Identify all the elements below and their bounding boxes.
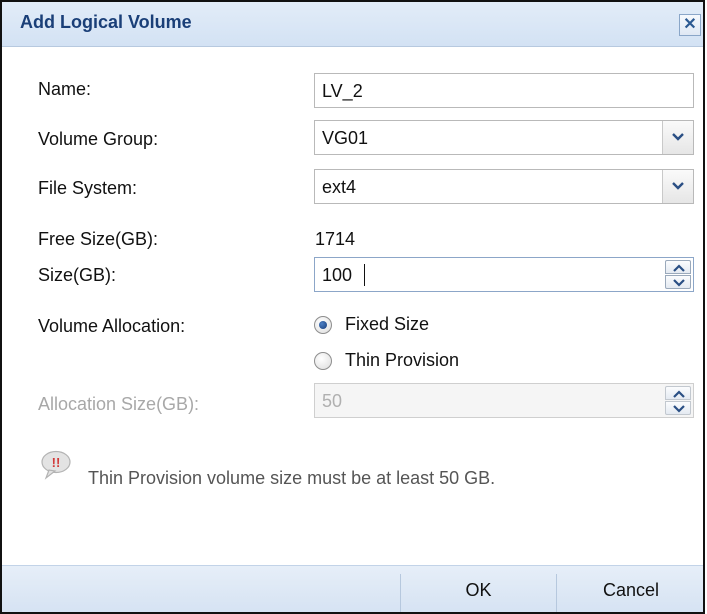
fixed-size-label[interactable]: Fixed Size [345,314,429,335]
size-label: Size(GB): [38,265,117,285]
volume-group-value: VG01 [322,128,369,148]
name-label: Name: [38,79,92,99]
svg-text:!!: !! [52,455,61,470]
volume-allocation-label: Volume Allocation: [38,316,186,336]
size-input[interactable]: 100 [314,257,694,292]
thin-provision-notice-text: Thin Provision volume size must be at le… [88,468,496,488]
thin-provision-radio[interactable] [314,352,332,370]
cancel-button[interactable]: Cancel [557,566,705,612]
file-system-select[interactable]: ext4 [314,169,694,204]
size-input-value: 100 [322,265,353,285]
free-size-label: Free Size(GB): [38,229,159,249]
volume-group-dropdown-button[interactable] [662,121,693,154]
allocation-size-decrement-button [665,401,691,415]
file-system-value: ext4 [322,177,357,197]
size-spinner[interactable] [665,260,691,289]
file-system-dropdown-button[interactable] [662,170,693,203]
file-system-label: File System: [38,178,138,198]
size-decrement-button[interactable] [665,275,691,289]
radio-selected-dot [319,321,327,329]
arrow-up-icon [673,390,685,398]
allocation-size-spinner [665,386,691,415]
size-increment-button[interactable] [665,260,691,274]
volume-group-label: Volume Group: [38,129,159,149]
add-logical-volume-dialog: Add Logical Volume ✕ Name: LV_2 Volume G… [0,0,705,614]
fixed-size-radio[interactable] [314,316,332,334]
allocation-size-label: Allocation Size(GB): [38,394,200,414]
dialog-title: Add Logical Volume [20,12,192,32]
warning-bubble-icon: !! [41,450,71,480]
thin-provision-label[interactable]: Thin Provision [345,350,459,371]
chevron-down-icon [672,133,684,141]
arrow-down-icon [673,279,685,287]
close-icon[interactable]: ✕ [679,14,701,36]
text-caret [364,264,365,286]
volume-group-select[interactable]: VG01 [314,120,694,155]
dialog-titlebar[interactable]: Add Logical Volume ✕ [2,2,703,47]
allocation-size-input: 50 [314,383,694,418]
name-input[interactable]: LV_2 [314,73,694,108]
chevron-down-icon [672,182,684,190]
arrow-up-icon [673,264,685,272]
dialog-footer: OK Cancel [2,565,703,612]
ok-button[interactable]: OK [401,566,556,612]
arrow-down-icon [673,405,685,413]
name-input-value: LV_2 [322,81,363,101]
allocation-size-increment-button [665,386,691,400]
allocation-size-value: 50 [322,391,343,411]
free-size-value: 1714 [315,229,356,249]
